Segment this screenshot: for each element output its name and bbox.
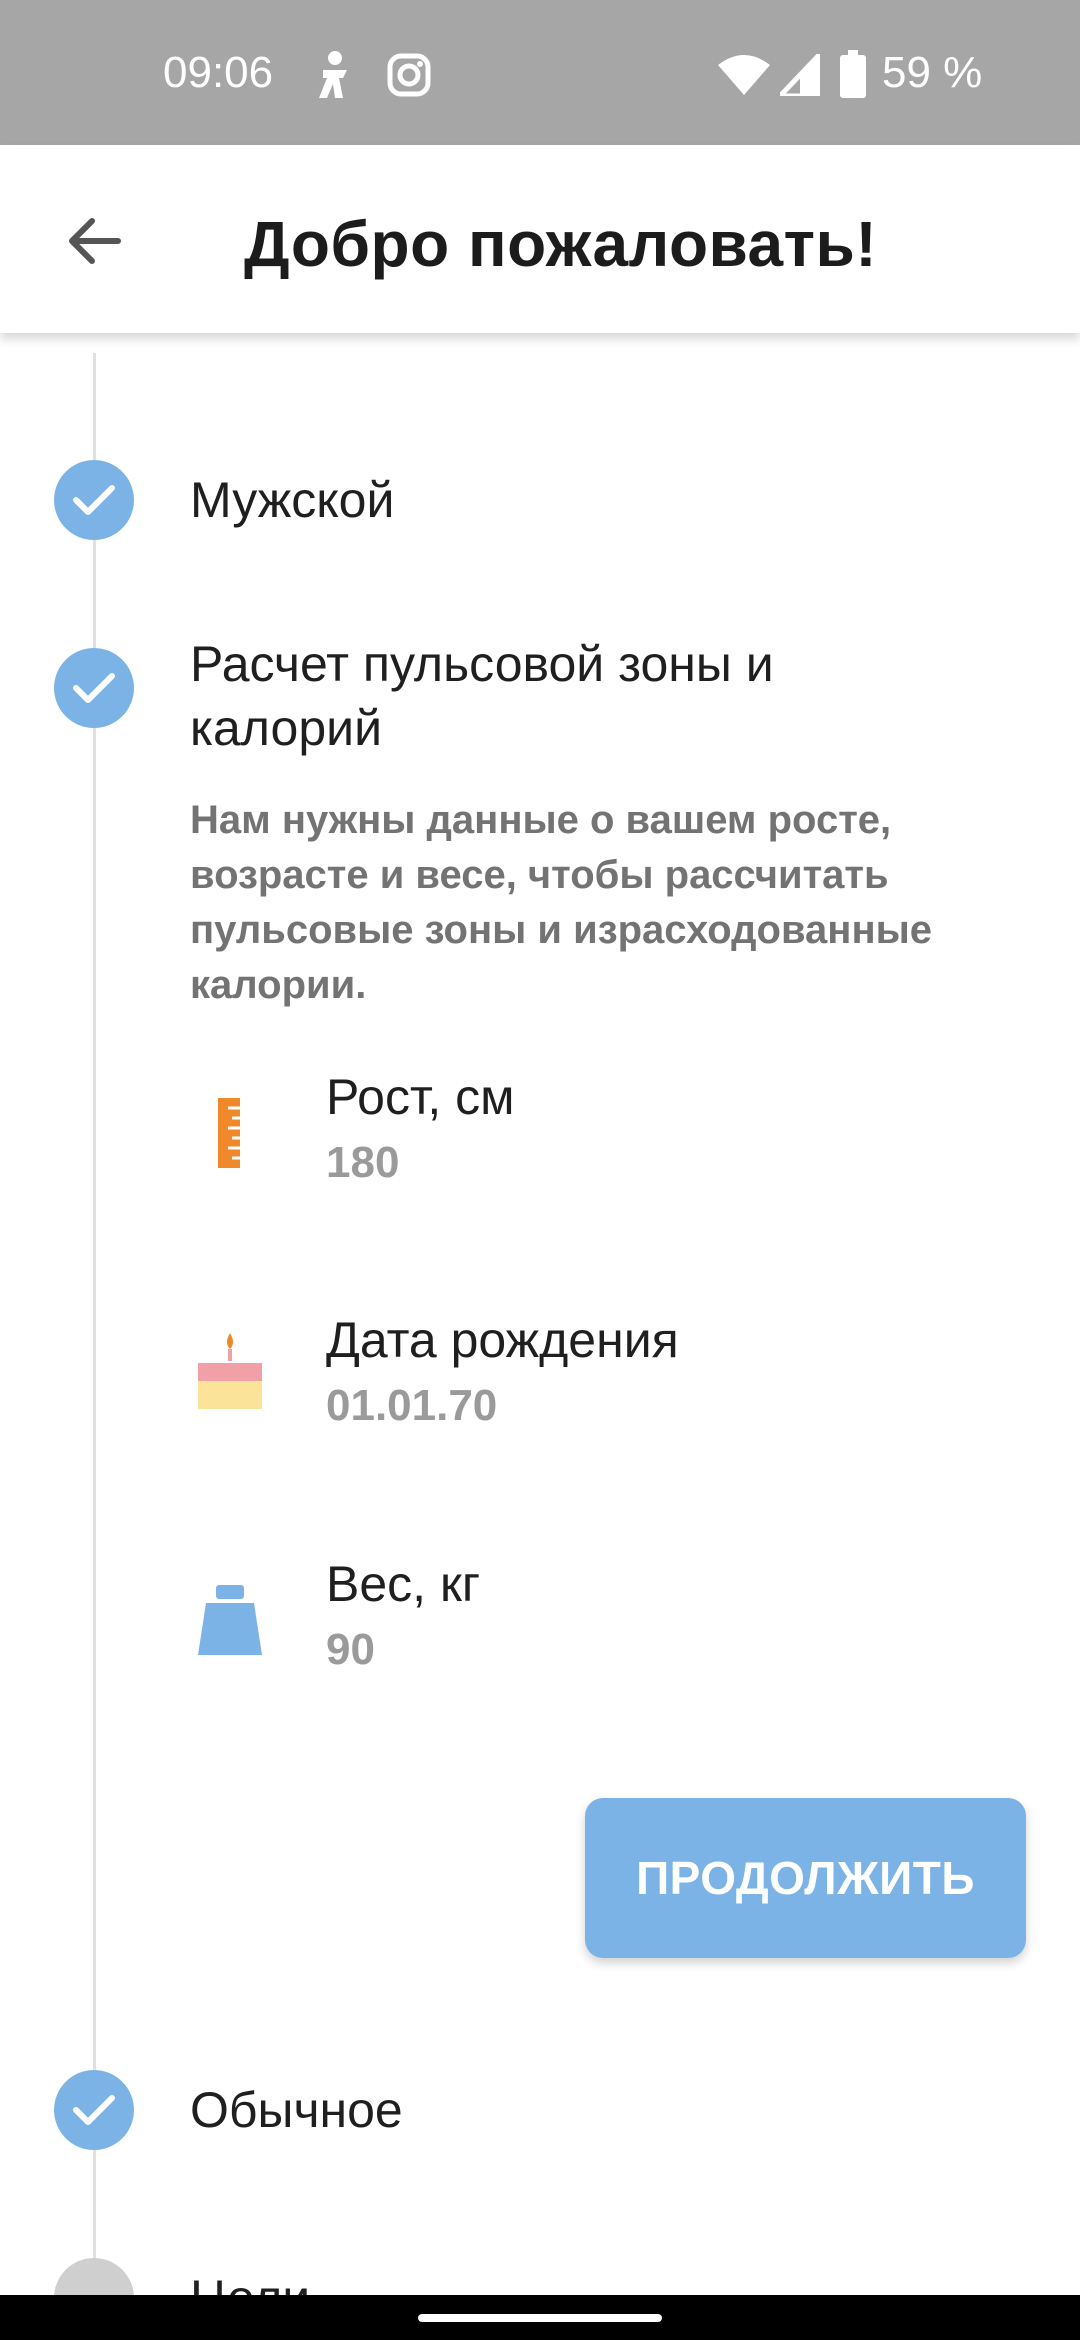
step-check-activity[interactable] — [54, 2070, 134, 2150]
weight-label: Вес, кг — [326, 1556, 481, 1612]
step-check-calc[interactable] — [54, 648, 134, 728]
weight-field[interactable]: Вес, кг 90 — [190, 1555, 1010, 1725]
check-icon — [73, 673, 115, 703]
timeline-line — [93, 353, 96, 2295]
birthdate-field[interactable]: Дата рождения 01.01.70 — [190, 1311, 1010, 1481]
step-title-gender[interactable]: Мужской — [190, 468, 394, 532]
birthdate-label: Дата рождения — [326, 1312, 679, 1368]
height-field[interactable]: Рост, см 180 — [190, 1068, 1010, 1238]
battery-icon — [840, 50, 866, 103]
battery-percent: 59 % — [882, 48, 983, 97]
weight-value: 90 — [326, 1625, 375, 1674]
cake-icon — [190, 1331, 270, 1431]
home-handle[interactable] — [418, 2314, 662, 2322]
instagram-icon — [387, 53, 431, 102]
wifi-icon — [718, 55, 770, 100]
step-circle-goals[interactable] — [54, 2258, 134, 2295]
birthdate-value: 01.01.70 — [326, 1381, 498, 1430]
weight-icon — [190, 1575, 270, 1675]
onboarding-stepper: Мужской Расчет пульсовой зоны и калорий … — [0, 333, 1080, 2295]
step-title-calc[interactable]: Расчет пульсовой зоны и калорий — [190, 632, 910, 760]
arrow-back-icon — [69, 218, 121, 264]
status-time: 09:06 — [163, 48, 274, 97]
step-description: Нам нужны данные о вашем росте, возрасте… — [190, 798, 933, 1007]
app-bar: Добро пожаловать! — [0, 145, 1080, 333]
height-label: Рост, см — [326, 1069, 515, 1125]
page-title: Добро пожаловать! — [244, 208, 878, 280]
continue-button[interactable]: ПРОДОЛЖИТЬ — [585, 1798, 1026, 1958]
check-icon — [73, 2095, 115, 2125]
check-icon — [73, 485, 115, 515]
status-bar: 09:06 59 % — [0, 0, 1080, 145]
ruler-icon — [190, 1088, 270, 1188]
step-check-gender[interactable] — [54, 460, 134, 540]
signal-icon — [774, 47, 823, 101]
navigation-bar — [0, 2295, 1080, 2340]
step-title-activity[interactable]: Обычное — [190, 2078, 403, 2142]
accessibility-icon — [313, 50, 357, 105]
back-button[interactable] — [46, 195, 142, 291]
height-value: 180 — [326, 1138, 400, 1187]
step-title-goals[interactable]: Цели — [190, 2266, 310, 2295]
